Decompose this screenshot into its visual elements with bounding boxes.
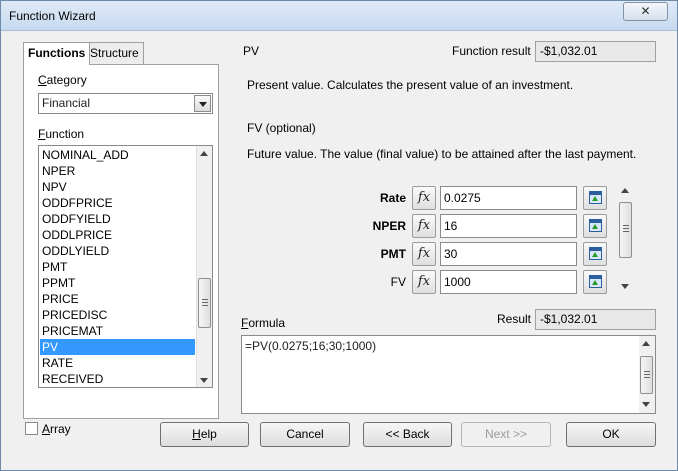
arguments-scroll-thumb[interactable]: [619, 202, 632, 258]
function-list-item[interactable]: ODDFPRICE: [40, 195, 195, 211]
rate-input[interactable]: 0.0275: [440, 186, 577, 210]
scroll-up-arrow-icon[interactable]: [642, 341, 650, 346]
formula-scrollbar[interactable]: [639, 336, 655, 413]
function-list-item[interactable]: PRICEDISC: [40, 307, 195, 323]
array-checkbox[interactable]: [25, 422, 38, 435]
function-description: Present value. Calculates the present va…: [247, 78, 574, 92]
help-button-label: elp: [200, 427, 217, 441]
shrink-icon: [589, 247, 602, 260]
close-button[interactable]: ✕: [623, 2, 668, 21]
arg-label-rate: Rate: [379, 191, 406, 205]
formula-text: =PV(0.0275;16;30;1000): [245, 339, 377, 353]
shrink-button-rate[interactable]: [583, 186, 607, 210]
result-label: Result: [497, 312, 532, 326]
function-name: PV: [243, 44, 260, 58]
scroll-thumb[interactable]: [198, 278, 211, 328]
function-list-item[interactable]: RATE: [40, 355, 195, 371]
help-button[interactable]: Help: [160, 422, 249, 447]
function-list-scrollbar[interactable]: [196, 146, 212, 387]
arguments-scrollbar[interactable]: [618, 186, 632, 294]
formula-label: Formula: [241, 316, 286, 330]
function-list[interactable]: NOMINAL_ADD NPER NPV ODDFPRICE ODDFYIELD ODDL…: [38, 145, 213, 388]
scroll-up-arrow-icon[interactable]: [621, 188, 629, 193]
dialog-title: Function Wizard: [9, 9, 96, 23]
title-bar: Function Wizard ✕: [1, 1, 677, 31]
scroll-up-arrow-icon[interactable]: [200, 151, 208, 156]
array-label[interactable]: Array: [42, 422, 71, 436]
function-list-item[interactable]: ODDLYIELD: [40, 243, 195, 259]
fx-button-rate[interactable]: fx: [412, 186, 436, 210]
scroll-down-arrow-icon[interactable]: [621, 284, 629, 289]
category-select[interactable]: Financial: [38, 93, 213, 114]
formula-editor[interactable]: =PV(0.0275;16;30;1000): [241, 335, 656, 414]
function-list-item[interactable]: ODDFYIELD: [40, 211, 195, 227]
chevron-down-icon[interactable]: [194, 95, 211, 112]
scroll-down-arrow-icon[interactable]: [200, 378, 208, 383]
function-list-item[interactable]: RRI: [40, 387, 195, 388]
function-list-item[interactable]: PRICE: [40, 291, 195, 307]
arg-label-pmt: PMT: [380, 247, 406, 261]
result-value: -$1,032.01: [535, 309, 656, 330]
back-button[interactable]: << Back: [363, 422, 452, 447]
function-list-item[interactable]: ODDLPRICE: [40, 227, 195, 243]
fv-input[interactable]: 1000: [440, 270, 577, 294]
cancel-button[interactable]: Cancel: [260, 422, 350, 447]
shrink-icon: [589, 191, 602, 204]
formula-scroll-thumb[interactable]: [640, 356, 653, 394]
function-list-item[interactable]: NOMINAL_ADD: [40, 147, 195, 163]
fx-button-fv[interactable]: fx: [412, 270, 436, 294]
function-result-value: -$1,032.01: [535, 41, 656, 62]
pmt-input[interactable]: 30: [440, 242, 577, 266]
arg-label-nper: NPER: [372, 219, 406, 233]
dialog-body: Functions Structure Category Financial F…: [8, 31, 671, 465]
arg-label-fv: FV: [390, 275, 406, 289]
function-list-item[interactable]: PRICEMAT: [40, 323, 195, 339]
argument-title: FV (optional): [247, 121, 316, 135]
category-value: Financial: [42, 96, 91, 110]
shrink-icon: [589, 219, 602, 232]
shrink-button-pmt[interactable]: [583, 242, 607, 266]
tab-functions[interactable]: Functions: [23, 42, 91, 65]
function-list-item[interactable]: PMT: [40, 259, 195, 275]
nper-input[interactable]: 16: [440, 214, 577, 238]
shrink-button-nper[interactable]: [583, 214, 607, 238]
function-list-item[interactable]: PPMT: [40, 275, 195, 291]
scroll-down-arrow-icon[interactable]: [642, 402, 650, 407]
argument-description: Future value. The value (final value) to…: [247, 147, 637, 161]
tab-structure[interactable]: Structure: [85, 42, 144, 64]
function-label: Function: [38, 127, 85, 141]
category-label: Category: [38, 73, 87, 87]
function-wizard-dialog: Function Wizard ✕ Functions Structure Ca…: [0, 0, 678, 471]
function-list-item[interactable]: NPV: [40, 179, 195, 195]
function-list-item[interactable]: NPER: [40, 163, 195, 179]
shrink-button-fv[interactable]: [583, 270, 607, 294]
functions-panel: Category Financial Function NOMINAL_ADD N…: [23, 64, 219, 419]
function-list-item[interactable]: PV: [40, 339, 195, 355]
fx-button-nper[interactable]: fx: [412, 214, 436, 238]
ok-button[interactable]: OK: [566, 422, 656, 447]
function-list-item[interactable]: RECEIVED: [40, 371, 195, 387]
function-result-label: Function result: [452, 44, 531, 58]
fx-button-pmt[interactable]: fx: [412, 242, 436, 266]
next-button[interactable]: Next >>: [461, 422, 551, 447]
shrink-icon: [589, 275, 602, 288]
